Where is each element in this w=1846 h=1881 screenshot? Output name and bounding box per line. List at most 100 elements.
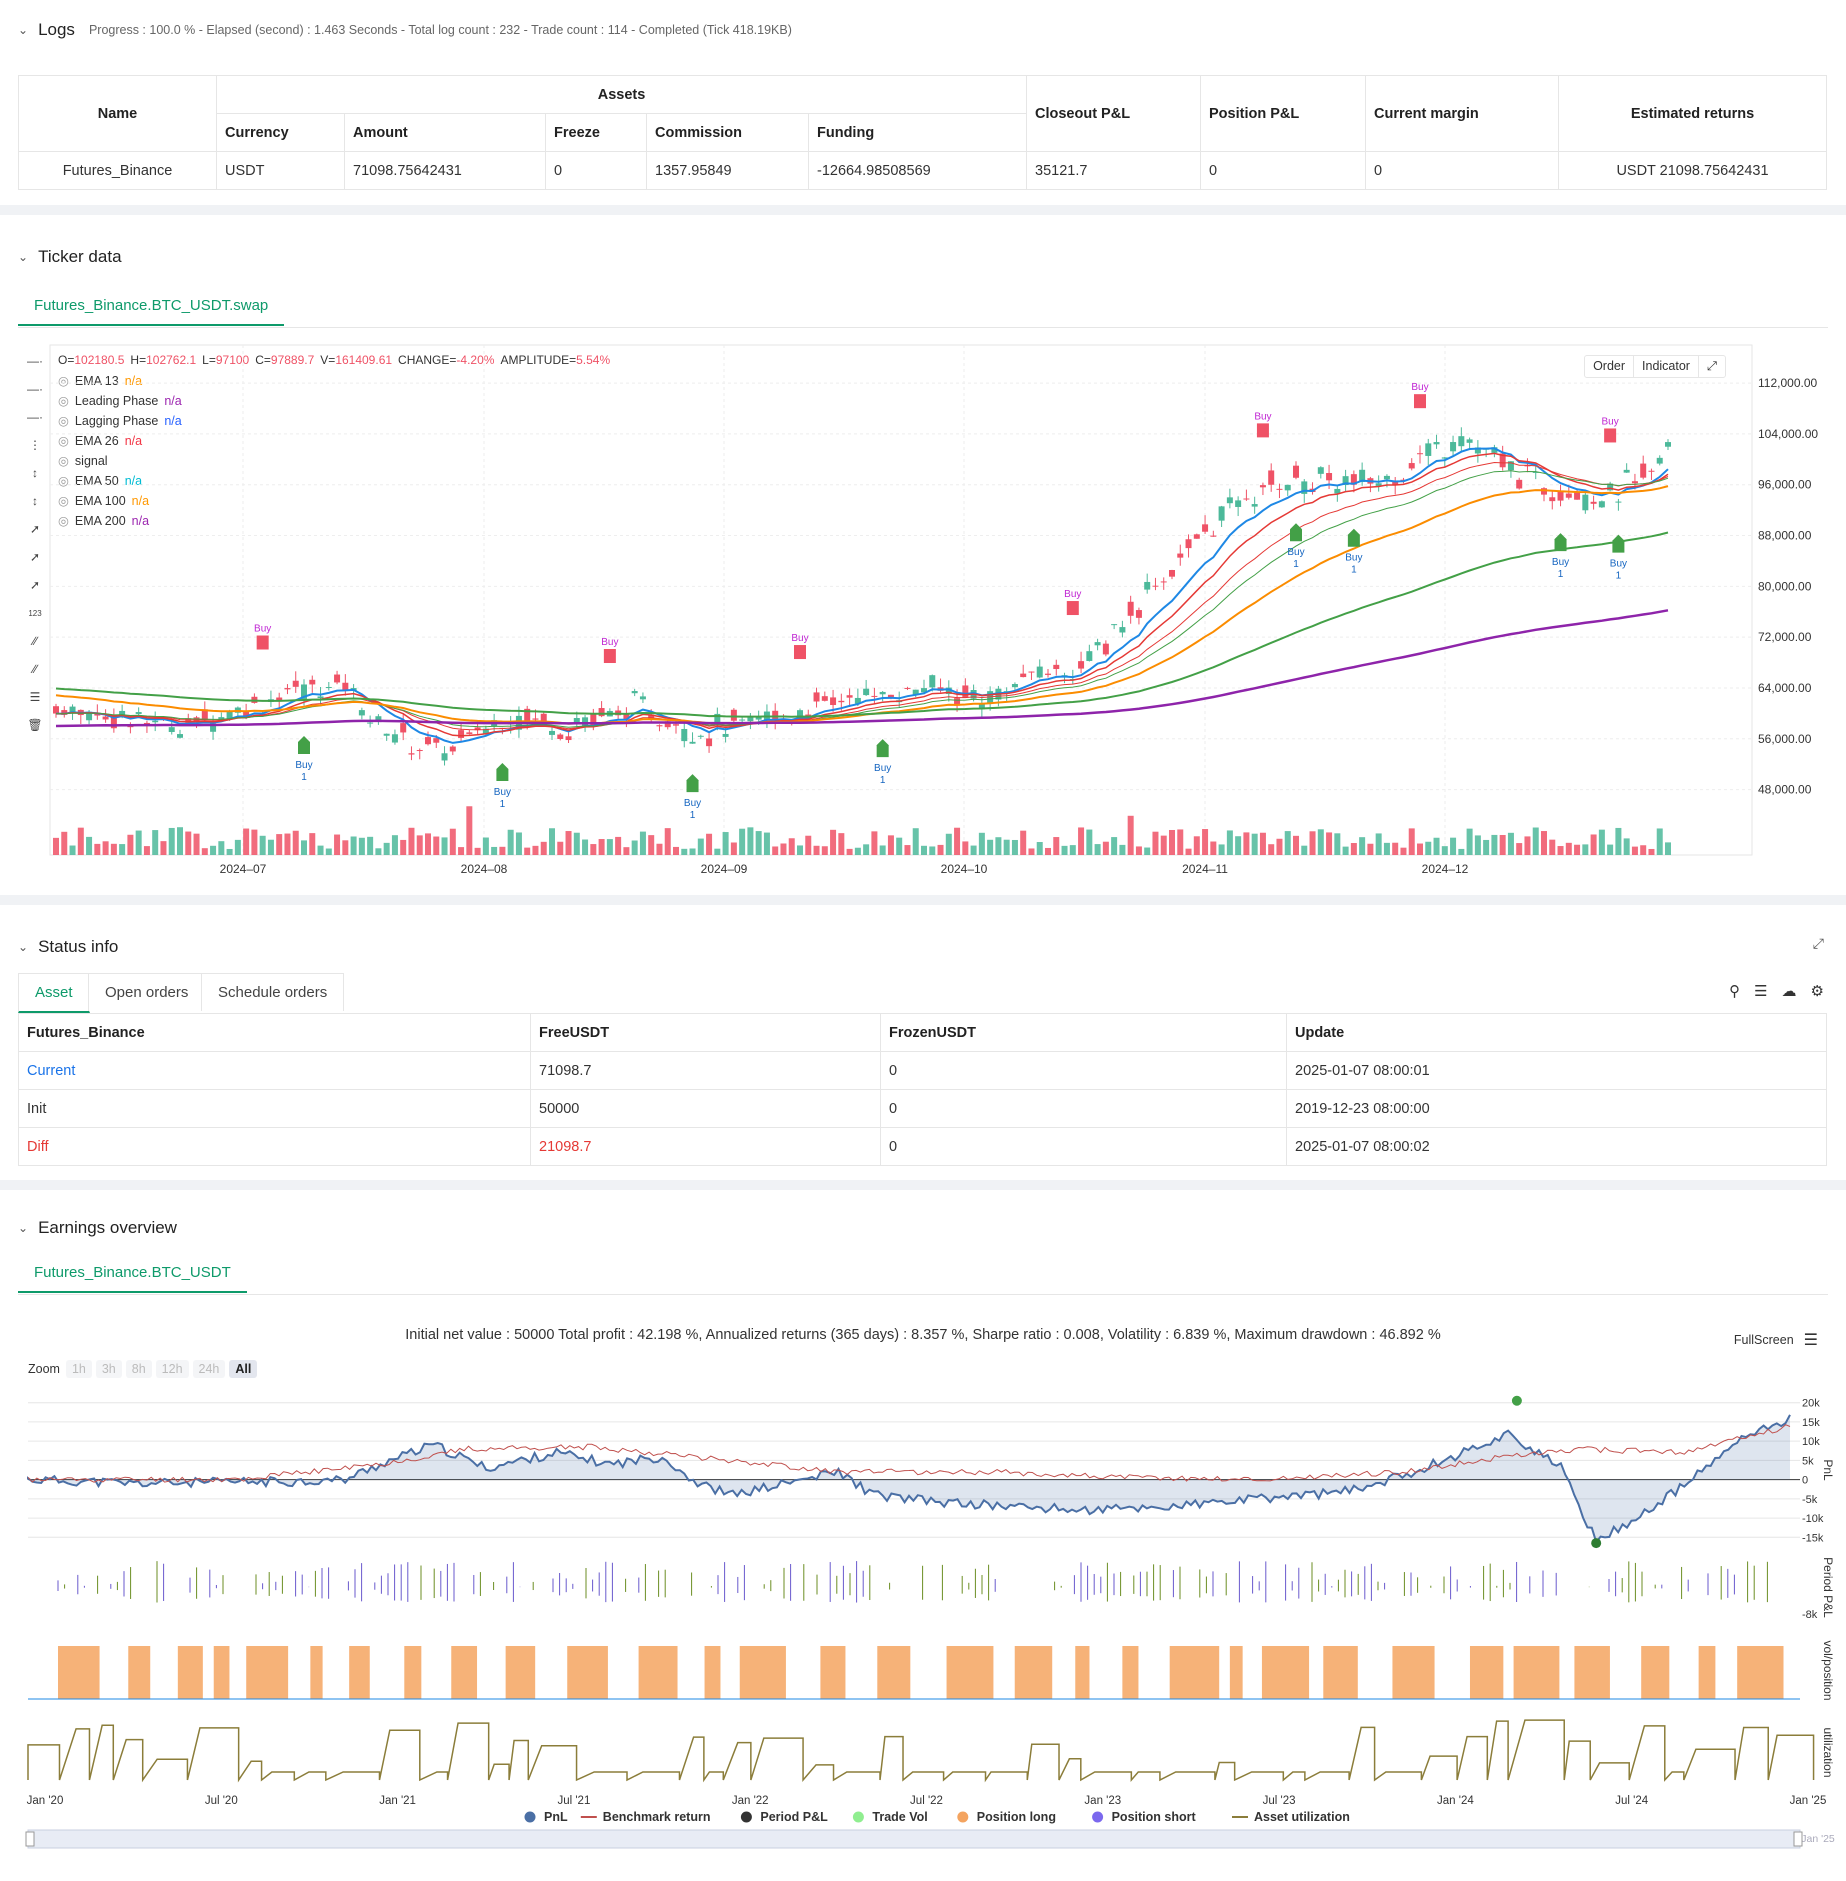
table-row: Futures_Binance USDT 71098.75642431 0 13…	[18, 151, 1827, 190]
candle-body	[1235, 500, 1242, 507]
candle-body	[648, 714, 655, 719]
tab-ticker-symbol[interactable]: Futures_Binance.BTC_USDT.swap	[18, 287, 285, 326]
parallel-icon[interactable]: ∕∕	[22, 630, 48, 652]
candle-body	[780, 715, 787, 717]
legend-item[interactable]: Period P&L	[740, 1810, 828, 1824]
legend-value: n/a	[131, 513, 150, 528]
vray-icon[interactable]: ↕	[22, 490, 48, 512]
earnings-chart[interactable]: 20k 15k 10k 5k 0 -5k -10k -15k -8k PnL Period P&L v…	[0, 1190, 1846, 1881]
legend-item[interactable]: Asset utilization	[1232, 1810, 1350, 1824]
menu-icon[interactable]: ☰	[1754, 982, 1767, 1000]
volume-bar	[1425, 841, 1432, 855]
tab-schedule-orders[interactable]: Schedule orders	[201, 973, 345, 1011]
eye-icon[interactable]: ◎	[58, 453, 69, 468]
gear-icon[interactable]: ⚙	[1811, 982, 1824, 1000]
chevron-down-icon[interactable]: ⌄	[18, 940, 28, 954]
candle-body	[788, 722, 795, 724]
legend-item[interactable]: ◎ EMA 26 n/a	[58, 433, 142, 449]
order-button[interactable]: Order	[1585, 356, 1635, 377]
ema-200-line	[55, 609, 1669, 728]
candle-body	[838, 700, 845, 703]
price-label-icon[interactable]: 123	[22, 602, 48, 624]
candle-body	[1334, 488, 1341, 494]
tab-asset[interactable]: Asset	[18, 973, 90, 1013]
cloud-icon[interactable]: ☁	[1782, 982, 1797, 1000]
volume-bar	[540, 841, 547, 855]
fib-icon[interactable]: ∕∕	[22, 658, 48, 680]
chevron-down-icon[interactable]: ⌄	[18, 23, 28, 37]
legend-item[interactable]: ◎ EMA 50 n/a	[58, 473, 142, 489]
buy-marker	[1612, 534, 1625, 553]
vseg-icon[interactable]: ↕	[22, 462, 48, 484]
candle-body	[234, 707, 241, 713]
legend-item[interactable]: Trade Vol	[852, 1810, 928, 1824]
min-marker	[1591, 1538, 1602, 1549]
ticker-header[interactable]: ⌄ Ticker data	[18, 247, 122, 267]
trash-icon[interactable]: 🗑	[22, 714, 48, 736]
volume-bar	[648, 835, 655, 855]
volume-bar	[1590, 834, 1597, 855]
eye-icon[interactable]: ◎	[58, 413, 69, 428]
candle-body	[524, 708, 531, 724]
legend-item[interactable]: ◎ EMA 13 n/a	[58, 373, 142, 389]
candle-body	[1367, 478, 1374, 484]
divider	[18, 327, 1828, 328]
volume-bar	[1284, 831, 1291, 855]
trend-line-icon[interactable]: ➚	[22, 518, 48, 540]
eye-icon[interactable]: ◎	[58, 393, 69, 408]
expand-icon[interactable]: ⤢	[1699, 356, 1725, 377]
col-frozen: FrozenUSDT	[880, 1013, 1287, 1052]
tab-open-orders[interactable]: Open orders	[88, 973, 206, 1011]
col-position: Position P&L	[1200, 75, 1366, 152]
volume-bar	[441, 837, 448, 855]
trend-ray-icon[interactable]: ➚	[22, 546, 48, 568]
eye-icon[interactable]: ◎	[58, 433, 69, 448]
legend-item[interactable]: ◎ EMA 100 n/a	[58, 493, 149, 509]
collapse-icon[interactable]: ⤢	[1813, 935, 1824, 952]
legend-item[interactable]: PnL	[524, 1810, 568, 1824]
volume-bar	[1152, 831, 1159, 855]
logs-header[interactable]: ⌄ Logs Progress : 100.0 % - Elapsed (sec…	[18, 20, 792, 40]
candle-body	[301, 684, 307, 700]
candle-body	[1574, 492, 1581, 500]
crosshair-icon[interactable]: —·	[22, 350, 48, 372]
candle-body	[797, 710, 803, 720]
grid-icon[interactable]: ☰	[22, 686, 48, 708]
legend-item[interactable]: ◎ signal	[58, 453, 114, 469]
position-long-block	[567, 1646, 608, 1699]
legend-item[interactable]: Benchmark return	[580, 1810, 711, 1824]
status-header[interactable]: ⌄ Status info	[18, 937, 118, 957]
search-icon[interactable]: ⚲	[1729, 982, 1740, 1000]
sell-marker	[1414, 394, 1426, 409]
legend-item[interactable]: ◎ Leading Phase n/a	[58, 393, 182, 409]
candle-body	[1408, 463, 1415, 469]
candle-body	[755, 717, 762, 720]
ray-icon[interactable]: —·	[22, 406, 48, 428]
candle-body	[1499, 453, 1506, 468]
position-long-block	[451, 1646, 478, 1699]
vline-icon[interactable]: ⋮	[22, 434, 48, 456]
candle-body	[623, 713, 630, 720]
candle-body	[1218, 506, 1225, 521]
period-tick-label: -8k	[1802, 1609, 1818, 1621]
eye-icon[interactable]: ◎	[58, 473, 69, 488]
hline-icon[interactable]: —·	[22, 378, 48, 400]
legend-item[interactable]: ◎ Lagging Phase n/a	[58, 413, 182, 429]
sell-marker	[794, 645, 806, 660]
candle-body	[1656, 457, 1663, 464]
legend-item[interactable]: Position long	[957, 1810, 1056, 1824]
indicator-button[interactable]: Indicator	[1634, 356, 1699, 377]
candle-body	[1507, 461, 1514, 471]
buy-signal-label: Buy	[1254, 411, 1271, 422]
legend-item[interactable]: ◎ EMA 200 n/a	[58, 513, 150, 529]
sell-marker	[1066, 601, 1079, 616]
eye-icon[interactable]: ◎	[58, 373, 69, 388]
logs-summary: Progress : 100.0 % - Elapsed (second) : …	[88, 23, 792, 37]
eye-icon[interactable]: ◎	[58, 513, 69, 528]
legend-item[interactable]: Position short	[1092, 1810, 1196, 1824]
chevron-down-icon[interactable]: ⌄	[18, 250, 28, 264]
segment-icon[interactable]: ➚	[22, 574, 48, 596]
candle-body	[143, 722, 150, 726]
position-long-block	[1574, 1646, 1610, 1699]
eye-icon[interactable]: ◎	[58, 493, 69, 508]
